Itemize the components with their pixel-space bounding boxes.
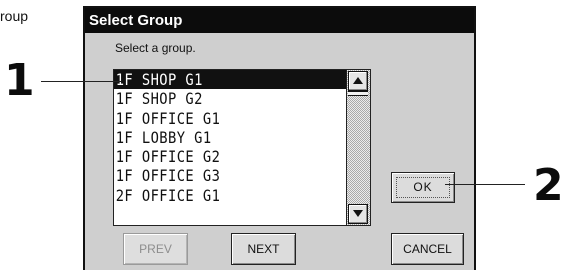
triangle-up-icon <box>353 77 363 84</box>
manual-figure: roup Select Group Select a group. 1F SHO… <box>0 0 567 270</box>
cancel-button-label: CANCEL <box>403 242 452 256</box>
list-item-label: 1F LOBBY G1 <box>115 127 212 147</box>
vertical-scrollbar[interactable] <box>346 70 370 225</box>
scroll-down-button[interactable] <box>348 204 368 224</box>
list-item[interactable]: 1F OFFICE G1 <box>114 109 346 128</box>
list-item[interactable]: 1F OFFICE G3 <box>114 166 346 185</box>
list-item[interactable]: 1F OFFICE G2 <box>114 147 346 166</box>
scroll-up-button[interactable] <box>348 71 368 91</box>
next-button[interactable]: NEXT <box>231 233 296 265</box>
list-item-label: 1F OFFICE G3 <box>115 166 221 186</box>
dialog-title: Select Group <box>85 8 474 33</box>
list-item-label: 2F OFFICE G1 <box>115 185 221 205</box>
list-item-label: 1F OFFICE G2 <box>115 147 221 167</box>
list-item-label: 1F OFFICE G1 <box>115 108 221 128</box>
triangle-down-icon <box>353 210 363 217</box>
ok-button[interactable]: OK <box>391 172 455 203</box>
scroll-thumb[interactable] <box>348 91 368 96</box>
prev-button-label: PREV <box>139 242 172 256</box>
instruction-text: Select a group. <box>115 41 196 55</box>
list-item-label: 1F SHOP G2 <box>115 89 203 109</box>
figure-caption: roup <box>0 8 29 24</box>
list-item[interactable]: 1F LOBBY G1 <box>114 128 346 147</box>
group-list: 1F SHOP G1 1F SHOP G2 1F OFFICE G1 1F LO… <box>114 70 346 225</box>
list-item[interactable]: 1F SHOP G1 <box>114 70 346 90</box>
callout-number-1: 1 <box>4 55 35 106</box>
list-item-label: 1F SHOP G1 <box>114 70 346 90</box>
prev-button[interactable]: PREV <box>123 233 188 265</box>
callout-leader-line-1 <box>41 81 121 82</box>
select-group-dialog: Select Group Select a group. 1F SHOP G1 … <box>83 6 476 270</box>
focus-ring <box>396 177 450 198</box>
list-item[interactable]: 2F OFFICE G1 <box>114 186 346 205</box>
next-button-label: NEXT <box>247 242 280 256</box>
cancel-button[interactable]: CANCEL <box>391 233 464 265</box>
list-item[interactable]: 1F SHOP G2 <box>114 89 346 108</box>
callout-leader-line-2 <box>445 184 525 185</box>
callout-number-2: 2 <box>533 160 564 211</box>
group-listbox[interactable]: 1F SHOP G1 1F SHOP G2 1F OFFICE G1 1F LO… <box>113 69 371 226</box>
